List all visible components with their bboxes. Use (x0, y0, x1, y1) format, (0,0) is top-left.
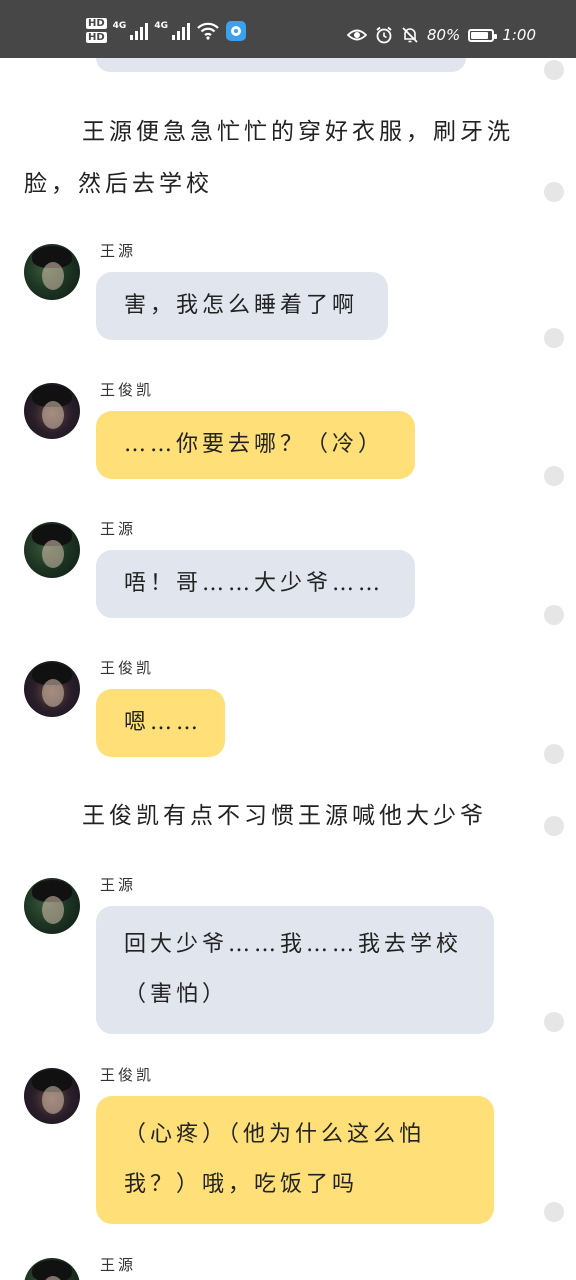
chat-story-content[interactable]: 王源便急急忙忙的穿好衣服，刷牙洗脸，然后去学校 王源 害，我怎么睡着了啊 王俊凯… (0, 58, 576, 1280)
battery-percent: 80% (426, 26, 461, 44)
message-bubble[interactable]: ……你要去哪？（冷） (96, 411, 415, 479)
indicator-dot[interactable] (544, 1012, 564, 1032)
clock: 1:00 (502, 26, 536, 44)
avatar[interactable] (24, 383, 80, 439)
hd-badge-1: HD (86, 18, 107, 29)
sender-name: 王源 (100, 1256, 137, 1274)
sender-name: 王俊凯 (100, 381, 155, 399)
indicator-dot[interactable] (544, 60, 564, 80)
status-left: HD HD 4G 4G (86, 18, 246, 43)
indicator-dot[interactable] (544, 328, 564, 348)
indicator-dot[interactable] (544, 605, 564, 625)
signal-icon (171, 22, 190, 40)
message-bubble[interactable]: 唔！哥……大少爷…… (96, 550, 415, 618)
hd-icon: HD HD (86, 18, 107, 43)
sender-name: 王俊凯 (100, 1066, 155, 1084)
avatar[interactable] (24, 1068, 80, 1124)
avatar[interactable] (24, 1258, 80, 1280)
alarm-icon (376, 26, 392, 44)
mute-bell-icon (402, 27, 418, 43)
network-type-1: 4G (112, 21, 127, 31)
avatar[interactable] (24, 522, 80, 578)
hd-badge-2: HD (86, 32, 107, 43)
narration-text: 王源便急急忙忙的穿好衣服，刷牙洗脸，然后去学校 (24, 119, 514, 197)
avatar[interactable] (24, 244, 80, 300)
avatar[interactable] (24, 878, 80, 934)
message-bubble[interactable]: （心疼）（他为什么这么怕我？）哦，吃饭了吗 (96, 1096, 494, 1224)
signal-icon (130, 22, 149, 40)
indicator-dot[interactable] (544, 182, 564, 202)
eye-icon (346, 29, 367, 41)
message-bubble[interactable]: 害，我怎么睡着了啊 (96, 272, 388, 340)
avatar[interactable] (24, 661, 80, 717)
status-right: 80% 1:00 (346, 26, 536, 44)
indicator-dot[interactable] (544, 1202, 564, 1222)
sender-name: 王源 (100, 876, 137, 894)
sender-name: 王源 (100, 520, 137, 538)
narration-text: 王俊凯有点不习惯王源喊他大少爷 (82, 803, 487, 829)
app-icon (225, 20, 246, 41)
wifi-icon (197, 22, 219, 40)
indicator-dot[interactable] (544, 466, 564, 486)
side-indicator-dots (544, 58, 564, 1280)
battery-icon (468, 28, 498, 42)
network-type-2: 4G (154, 21, 168, 31)
sender-name: 王源 (100, 242, 137, 260)
indicator-dot[interactable] (544, 744, 564, 764)
previous-bubble (96, 58, 466, 72)
sender-name: 王俊凯 (100, 659, 155, 677)
message-bubble[interactable]: 回大少爷……我……我去学校（害怕） (96, 906, 494, 1034)
message-bubble[interactable]: 嗯…… (96, 689, 225, 757)
status-bar: HD HD 4G 4G 80% 1:00 (0, 0, 576, 58)
